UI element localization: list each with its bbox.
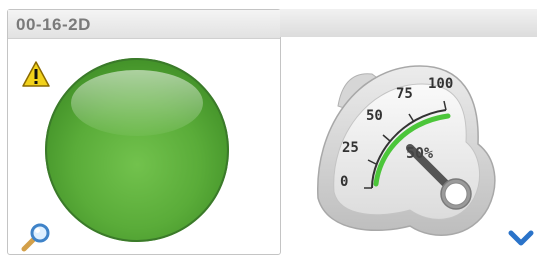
chevron-down-icon[interactable]: [505, 227, 537, 249]
status-indicator-shine: [71, 70, 203, 136]
header-extension: [280, 9, 537, 37]
panel-header: 00-16-2D: [8, 10, 280, 39]
gauge-tick-0: 0: [340, 174, 349, 190]
gauge: 0 25 50 75 100 50%: [310, 58, 502, 246]
gauge-tick-25: 25: [342, 140, 359, 156]
gauge-tick-75: 75: [396, 86, 413, 102]
gauge-tick-50: 50: [366, 108, 383, 124]
magnifier-icon[interactable]: [20, 222, 52, 252]
panel-title: 00-16-2D: [16, 15, 91, 34]
status-indicator: [45, 58, 229, 242]
warning-icon: [22, 61, 50, 87]
gauge-tick-100: 100: [428, 76, 454, 92]
gauge-value-label: 50%: [406, 144, 434, 162]
